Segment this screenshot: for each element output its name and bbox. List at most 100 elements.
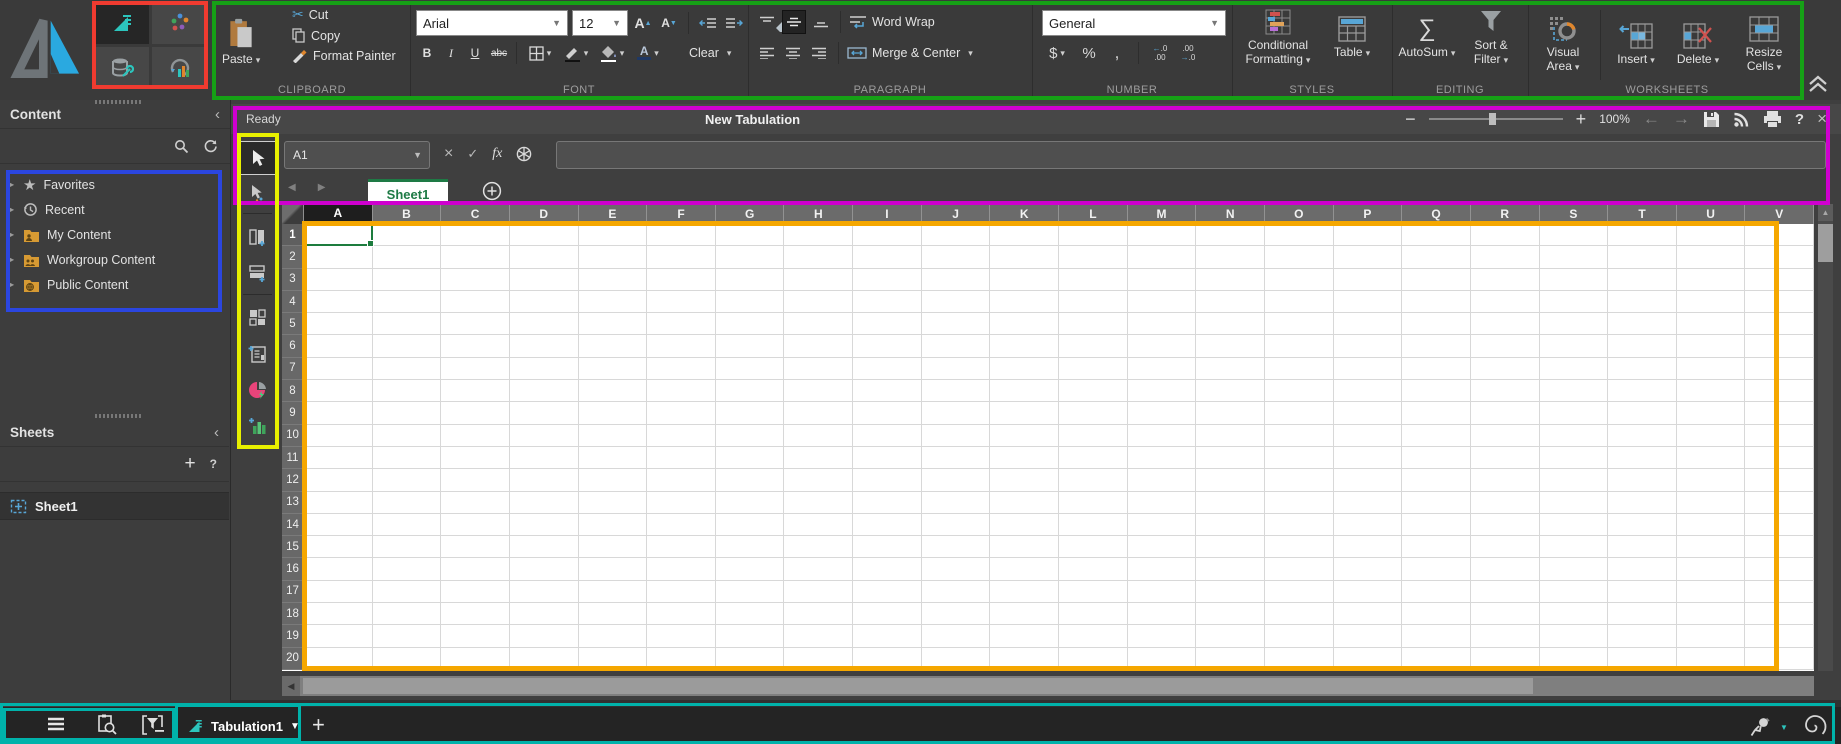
- grid-cell[interactable]: [990, 625, 1059, 647]
- grid-cell[interactable]: [1608, 358, 1677, 380]
- grid-cell[interactable]: [1608, 380, 1677, 402]
- grid-cell[interactable]: [1265, 536, 1334, 558]
- row-header-18[interactable]: 18: [282, 603, 304, 625]
- grid-cell[interactable]: [304, 469, 373, 491]
- grid-cell[interactable]: [1334, 514, 1403, 536]
- grid-cell[interactable]: [441, 380, 510, 402]
- grid-cell[interactable]: [647, 269, 716, 291]
- grid-cell[interactable]: [784, 246, 853, 268]
- pin-menu-chevron-icon[interactable]: ▼: [1780, 723, 1788, 732]
- print-icon[interactable]: [1763, 111, 1782, 128]
- grid-cell[interactable]: [990, 469, 1059, 491]
- grid-cell[interactable]: [1677, 447, 1746, 469]
- grid-cell[interactable]: [1128, 358, 1197, 380]
- grid-cell[interactable]: [579, 269, 648, 291]
- grid-cell[interactable]: [922, 358, 991, 380]
- grid-cell[interactable]: [922, 402, 991, 424]
- column-header-O[interactable]: O: [1265, 204, 1334, 224]
- grid-cell[interactable]: [784, 224, 853, 246]
- tree-item-my-content[interactable]: ▶My Content: [0, 222, 230, 247]
- insert-button[interactable]: Insert: [1605, 16, 1667, 67]
- grid-cell[interactable]: [1677, 402, 1746, 424]
- grid-cell[interactable]: [922, 447, 991, 469]
- grid-cell[interactable]: [1196, 291, 1265, 313]
- grid-cell[interactable]: [647, 469, 716, 491]
- select-all-corner[interactable]: [282, 204, 304, 224]
- grid-cell[interactable]: [1402, 492, 1471, 514]
- grid-cell[interactable]: [922, 514, 991, 536]
- grid-cell[interactable]: [1540, 447, 1609, 469]
- row-header-8[interactable]: 8: [282, 380, 304, 402]
- scroll-left-icon[interactable]: ◀: [282, 676, 300, 696]
- tree-item-recent[interactable]: ▶Recent: [0, 197, 230, 222]
- scroll-tabs-left-icon[interactable]: ◀: [288, 182, 296, 193]
- row-header-2[interactable]: 2: [282, 246, 304, 268]
- grid-cell[interactable]: [373, 514, 442, 536]
- grid-cell[interactable]: [1334, 313, 1403, 335]
- search-icon[interactable]: [174, 139, 189, 154]
- column-header-C[interactable]: C: [441, 204, 510, 224]
- grid-cell[interactable]: [1608, 536, 1677, 558]
- grid-cell[interactable]: [441, 425, 510, 447]
- add-sheet-button[interactable]: [482, 181, 502, 201]
- grid-cell[interactable]: [922, 425, 991, 447]
- grid-cell[interactable]: [1402, 425, 1471, 447]
- grid-cell[interactable]: [647, 603, 716, 625]
- grid-cell[interactable]: [1677, 335, 1746, 357]
- grid-cell[interactable]: [1540, 291, 1609, 313]
- grid-cell[interactable]: [1196, 581, 1265, 603]
- conditional-formatting-button[interactable]: Conditional Formatting: [1236, 2, 1320, 67]
- grid-cell[interactable]: [1334, 402, 1403, 424]
- grid-cell[interactable]: [1677, 648, 1746, 670]
- grid-cell[interactable]: [1196, 625, 1265, 647]
- column-header-B[interactable]: B: [373, 204, 442, 224]
- grid-cell[interactable]: [1059, 380, 1128, 402]
- grid-cell[interactable]: [1745, 224, 1814, 246]
- tab-menu-chevron-icon[interactable]: ▼: [290, 721, 300, 732]
- data-tools-module-tile[interactable]: [94, 47, 149, 89]
- grid-cell[interactable]: [1059, 536, 1128, 558]
- grid-cell[interactable]: [1196, 246, 1265, 268]
- grid-cell[interactable]: [304, 581, 373, 603]
- grid-cell[interactable]: [579, 447, 648, 469]
- grid-cell[interactable]: [1128, 536, 1197, 558]
- grid-cell[interactable]: [990, 425, 1059, 447]
- grid-cell[interactable]: [1059, 514, 1128, 536]
- row-header-4[interactable]: 4: [282, 291, 304, 313]
- grid-cell[interactable]: [1677, 581, 1746, 603]
- grid-cell[interactable]: [1059, 358, 1128, 380]
- grid-cell[interactable]: [579, 492, 648, 514]
- decrease-decimal-button[interactable]: ←.0.00: [1149, 42, 1171, 64]
- grid-cell[interactable]: [373, 224, 442, 246]
- grid-cell[interactable]: [1128, 335, 1197, 357]
- grid-cell[interactable]: [304, 402, 373, 424]
- cancel-icon[interactable]: ×: [444, 145, 453, 163]
- grid-cell[interactable]: [510, 514, 579, 536]
- grid-cell[interactable]: [1540, 335, 1609, 357]
- grid-cell[interactable]: [1745, 603, 1814, 625]
- row-header-11[interactable]: 11: [282, 447, 304, 469]
- column-header-L[interactable]: L: [1059, 204, 1128, 224]
- grid-cell[interactable]: [853, 492, 922, 514]
- grid-cell[interactable]: [1745, 558, 1814, 580]
- grid-cell[interactable]: [1059, 269, 1128, 291]
- grid-cell[interactable]: [716, 358, 785, 380]
- grid-cell[interactable]: [304, 447, 373, 469]
- grid-cell[interactable]: [1745, 581, 1814, 603]
- grid-cell[interactable]: [853, 536, 922, 558]
- grid-cell[interactable]: [853, 648, 922, 670]
- grid-cell[interactable]: [716, 224, 785, 246]
- grid-cell[interactable]: [1059, 425, 1128, 447]
- zoom-in-icon[interactable]: +: [1576, 109, 1587, 130]
- column-header-E[interactable]: E: [579, 204, 648, 224]
- grid-cell[interactable]: [304, 246, 373, 268]
- column-header-R[interactable]: R: [1471, 204, 1540, 224]
- grid-cell[interactable]: [716, 625, 785, 647]
- grid-cell[interactable]: [1402, 269, 1471, 291]
- grid-cell[interactable]: [1608, 514, 1677, 536]
- grid-cell[interactable]: [853, 469, 922, 491]
- browse-pages-icon[interactable]: [96, 714, 118, 736]
- grid-cell[interactable]: [1265, 358, 1334, 380]
- grid-cell[interactable]: [510, 425, 579, 447]
- grid-cell[interactable]: [1608, 224, 1677, 246]
